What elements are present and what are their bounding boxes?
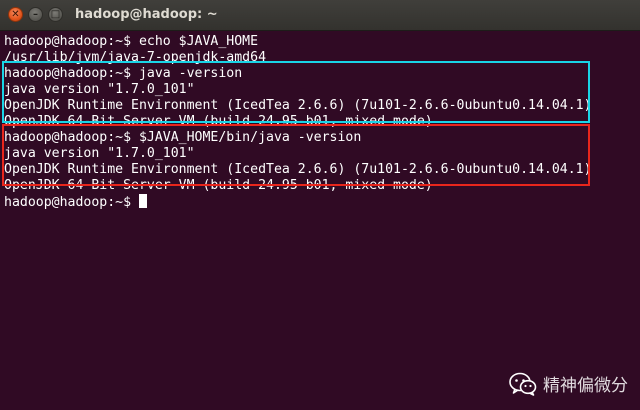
maximize-icon[interactable]: □ xyxy=(48,7,63,22)
watermark: 精神偏微分 xyxy=(509,371,628,396)
wechat-icon xyxy=(509,372,537,396)
prompt-line[interactable]: hadoop@hadoop:~$ xyxy=(4,194,640,210)
title-bar[interactable]: ✕ – □ hadoop@hadoop: ~ xyxy=(0,0,640,31)
terminal-line: hadoop@hadoop:~$ echo $JAVA_HOME xyxy=(4,34,259,49)
highlight-box-java-version xyxy=(2,61,590,123)
watermark-text: 精神偏微分 xyxy=(543,376,628,396)
minimize-icon[interactable]: – xyxy=(28,7,43,22)
text-cursor xyxy=(138,194,147,208)
highlight-box-java-home-version xyxy=(2,124,590,186)
window-title: hadoop@hadoop: ~ xyxy=(75,7,218,22)
prompt-text: hadoop@hadoop:~$ xyxy=(4,195,139,210)
terminal-window: ✕ – □ hadoop@hadoop: ~ hadoop@hadoop:~$ … xyxy=(0,0,640,410)
close-icon[interactable]: ✕ xyxy=(8,7,23,22)
